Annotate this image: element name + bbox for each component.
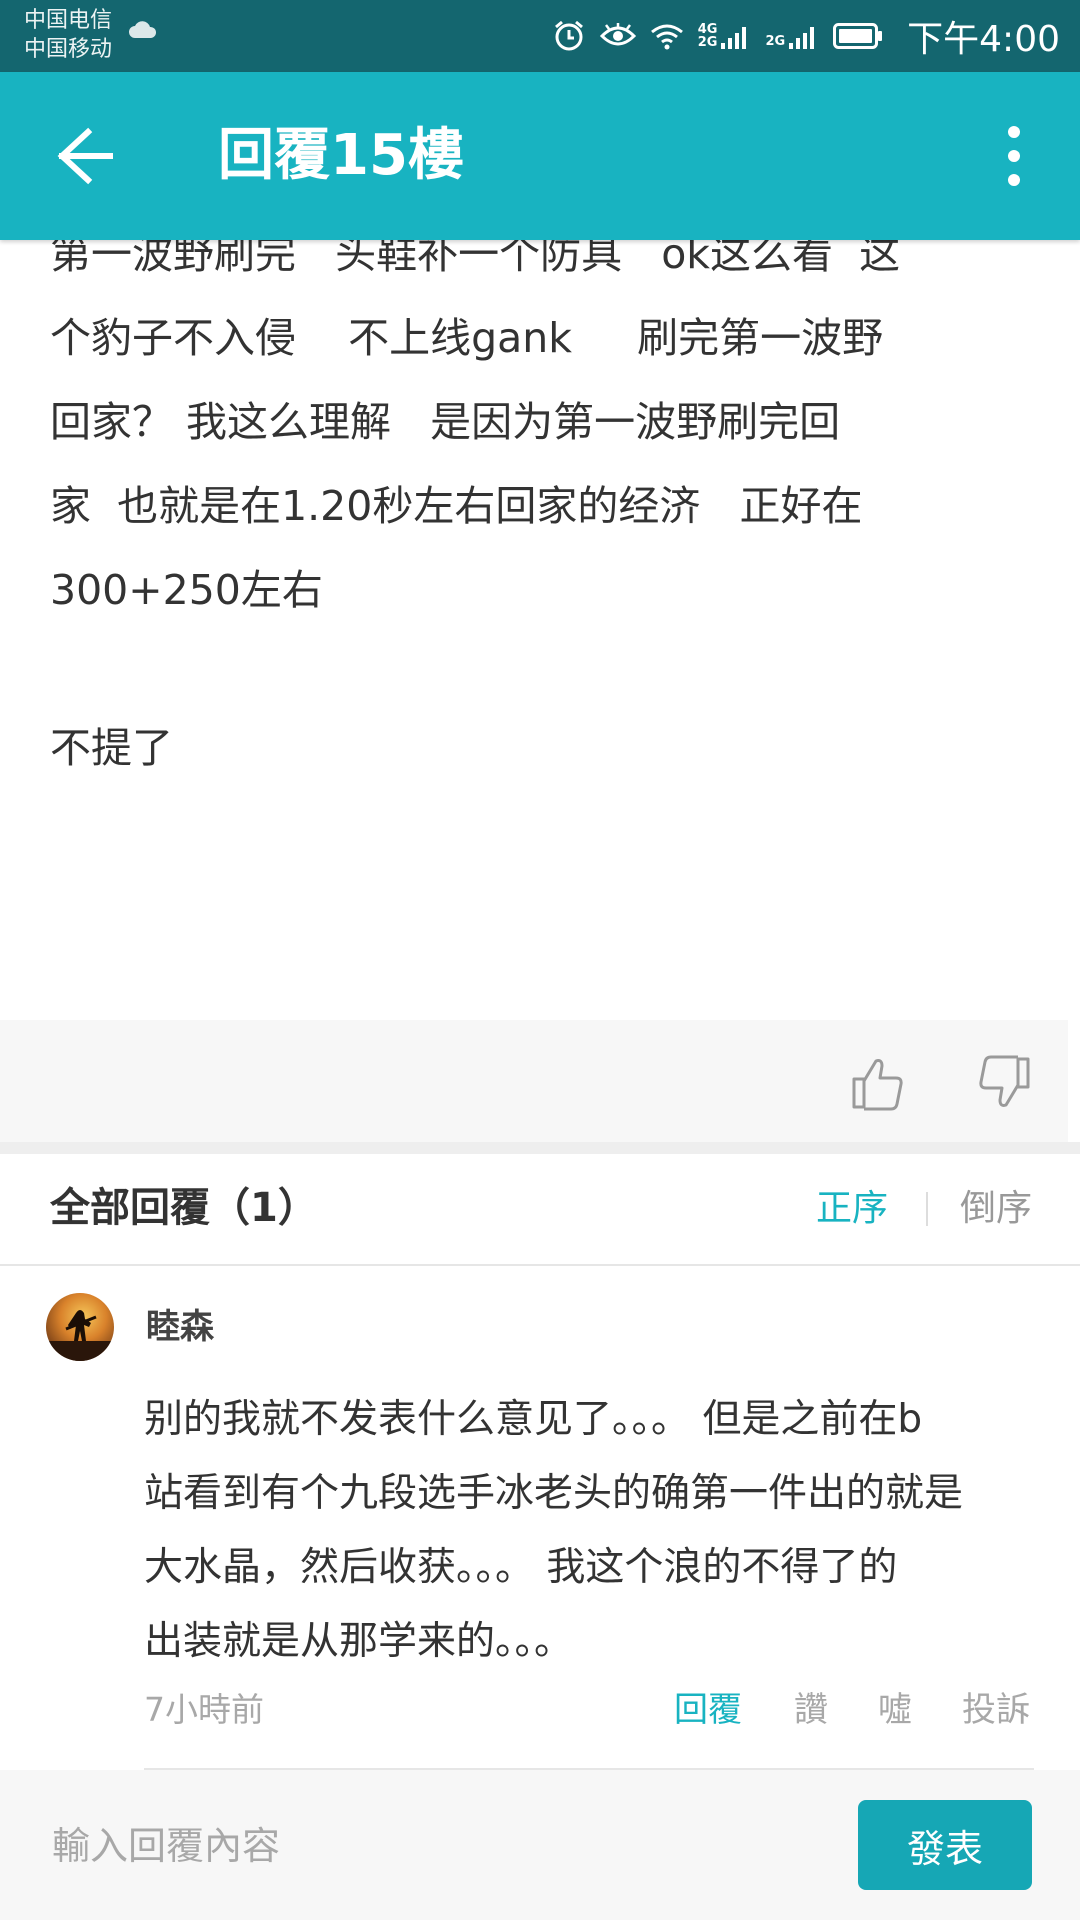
reply-text-line: 大水晶，然后收获。。。 我这个浪的不得了的 [144,1545,898,1590]
more-options-button[interactable] [984,120,1044,192]
thumbs-up-icon [852,1059,903,1111]
reply-action-like[interactable]: 讚 [794,1685,828,1735]
sort-ascending-button[interactable]: 正序 [816,1184,888,1234]
reply-action-boo[interactable]: 噓 [878,1685,912,1735]
post-line: 不提了 [50,724,173,772]
replies-header: 全部回覆（1） 正序 倒序 [0,1154,1080,1266]
status-icons: 4G 2G 2G 下午4:00 [552,0,1060,72]
network-type-1b: 2G [697,35,718,50]
reply-timestamp: 7小時前 [144,1690,264,1729]
section-separator [0,1142,1080,1154]
alarm-icon [552,19,586,53]
arrow-left-icon [57,127,113,185]
signal-icon: 4G 2G [698,23,752,49]
signal-2-icon: 2G [765,23,819,49]
like-button[interactable] [850,1055,906,1111]
dislike-button[interactable] [976,1055,1032,1111]
vote-bar [0,1020,1068,1142]
reply-username[interactable]: 睦森 [146,1302,214,1352]
battery-icon [833,23,883,49]
reply-text-line: 别的我就不发表什么意见了。。。 但是之前在b [144,1397,923,1442]
eye-icon [599,22,636,50]
submit-reply-button[interactable]: 發表 [858,1800,1032,1890]
reply-action-reply[interactable]: 回覆 [674,1685,742,1735]
app-bar: 回覆15樓 [0,72,1080,240]
reply-text-line: 站看到有个九段选手冰老头的确第一件出的就是 [144,1471,964,1516]
reply-input[interactable] [50,1810,834,1882]
avatar[interactable] [46,1293,114,1361]
post-content: 第一波野刷完 头鞋补一个防具 ok这么看 这 个豹子不入侵 不上线gank 刷完… [0,230,1080,800]
wifi-icon [650,22,684,50]
network-type-2: 2G [765,34,786,49]
post-line: 家 也就是在1.20秒左右回家的经济 正好在 [50,482,863,530]
carrier-names: 中国电信 中国移动 [24,6,112,64]
post-line: 回家？ 我这么理解 是因为第一波野刷完回 [50,398,841,446]
replies-count-title: 全部回覆（1） [50,1185,318,1231]
back-button[interactable] [50,124,120,188]
page-title: 回覆15樓 [218,123,464,188]
sort-divider [926,1192,928,1226]
reply-action-report[interactable]: 投訴 [962,1685,1030,1735]
sort-descending-button[interactable]: 倒序 [960,1184,1032,1234]
compose-bar: 發表 [0,1770,1080,1920]
cloud-icon [128,20,158,44]
post-line: 300+250左右 [50,566,323,614]
carrier-1: 中国电信 [24,8,113,33]
more-vertical-icon [1008,126,1020,186]
carrier-2: 中国移动 [24,37,113,62]
thumbs-down-icon [979,1055,1030,1107]
status-time: 下午4:00 [907,19,1060,60]
status-bar: 中国电信 中国移动 4G 2G 2G 下午4:00 [0,0,1080,72]
reply-text-line: 出装就是从那学来的。。。 [144,1619,574,1664]
post-line: 个豹子不入侵 不上线gank 刷完第一波野 [50,314,884,362]
